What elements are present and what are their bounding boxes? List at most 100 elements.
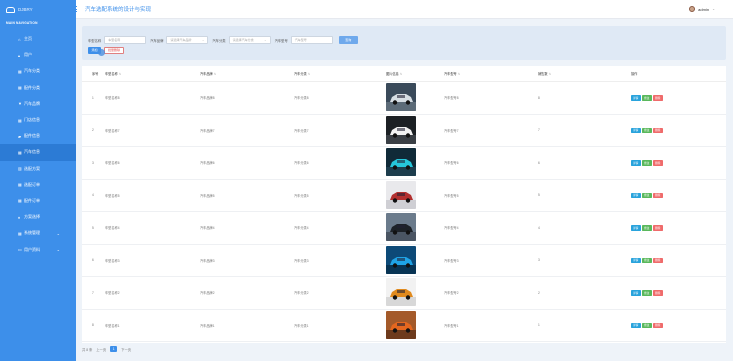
user-menu[interactable]: admin ⌄	[689, 6, 715, 12]
detail-button[interactable]: 详情	[631, 160, 641, 166]
delete-button[interactable]: 删除	[653, 95, 663, 101]
funnel-icon: ▼	[18, 101, 22, 107]
cell-image[interactable]	[386, 213, 444, 242]
sidebar-item[interactable]: ♦ 方案选择	[0, 209, 76, 225]
cell-category: 汽车分类5	[294, 193, 309, 198]
table-row[interactable]: 8 车型名称1 汽车品牌1 汽车分类1 汽车型号1 1 详情 修改 删除	[82, 310, 726, 342]
delete-button[interactable]: 删除	[653, 257, 663, 263]
column-header-image[interactable]: 图片信息⇅	[386, 71, 444, 76]
cell-image[interactable]	[386, 245, 444, 275]
sidebar-menu: ⌂ 主页 ▴ 用户 ▦ 汽车分类 ▦ 配件分类 ▼ 汽车品牌 ▦ 门店信息 ▰ 配件信息 ▦ 汽车信息 ▥ 选配方…	[0, 31, 76, 258]
sidebar-item[interactable]: ▦ 汽车信息	[0, 144, 76, 161]
sidebar-item[interactable]: ▦ 汽车分类	[0, 63, 76, 79]
detail-button[interactable]: 详情	[631, 322, 641, 328]
row-actions: 详情 修改 删除	[631, 225, 726, 231]
cell-image[interactable]	[386, 115, 444, 145]
sidebar-item[interactable]: ▦ 配件订单	[0, 193, 76, 209]
menu-toggle-icon[interactable]	[68, 6, 77, 12]
category-select[interactable]: 请选择汽车分类 ⌄	[228, 36, 271, 44]
name-input[interactable]: 车型名称	[104, 36, 147, 44]
cell-brand: 汽车品牌4	[200, 226, 215, 231]
delete-button[interactable]: 删除	[653, 160, 663, 166]
add-button[interactable]: 添加	[88, 47, 105, 56]
detail-button[interactable]: 详情	[631, 257, 641, 263]
cell-sales: 4	[538, 225, 540, 230]
delete-button[interactable]: 删除	[653, 192, 663, 198]
car-image	[386, 278, 416, 307]
detail-button[interactable]: 详情	[631, 290, 641, 296]
row-actions: 详情 修改 删除	[631, 322, 726, 328]
car-image	[386, 180, 416, 209]
detail-button[interactable]: 详情	[631, 127, 641, 133]
edit-button[interactable]: 修改	[642, 225, 652, 231]
column-header-sales[interactable]: 销售数⇅	[538, 71, 631, 76]
edit-button[interactable]: 修改	[642, 127, 652, 133]
column-header-model[interactable]: 汽车型号⇅	[444, 71, 538, 76]
table-row[interactable]: 2 车型名称7 汽车品牌7 汽车分类7 汽车型号7 7 详情 修改 删除	[82, 115, 726, 147]
delete-button[interactable]: 删除	[653, 322, 663, 328]
table-row[interactable]: 7 车型名称2 汽车品牌2 汽车分类2 汽车型号2 2 详情 修改 删除	[82, 277, 726, 310]
table-row[interactable]: 6 车型名称3 汽车品牌3 汽车分类3 汽车型号3 3 详情 修改 删除	[82, 245, 726, 277]
sidebar-item[interactable]: ▦ 配件分类	[0, 80, 76, 96]
sidebar-item[interactable]: ▦ 门店信息	[0, 112, 76, 128]
sidebar-item[interactable]: ⌂ 主页	[0, 31, 76, 47]
table-body: 1 车型名称8 汽车品牌8 汽车分类8 汽车型号8 8 详情 修改 删除 2 车型名称7 汽车品牌7 汽…	[82, 82, 726, 342]
logo-icon	[6, 6, 15, 13]
car-image	[386, 115, 416, 144]
grid-icon: ▦	[18, 117, 22, 123]
batch-delete-button[interactable]: 批量删除	[104, 47, 124, 54]
table-row[interactable]: 5 车型名称4 汽车品牌4 汽车分类4 汽车型号4 4 详情 修改 删除	[82, 212, 726, 245]
sidebar-item[interactable]: ▼ 汽车品牌	[0, 96, 76, 112]
edit-button[interactable]: 修改	[642, 95, 652, 101]
edit-button[interactable]: 修改	[642, 192, 652, 198]
sidebar-item[interactable]: ▦ 选配订单	[0, 177, 76, 193]
detail-button[interactable]: 详情	[631, 95, 641, 101]
table-row[interactable]: 3 车型名称6 汽车品牌6 汽车分类6 汽车型号6 6 详情 修改 删除	[82, 147, 726, 180]
cell-image[interactable]	[386, 180, 444, 210]
table-row[interactable]: 1 车型名称8 汽车品牌8 汽车分类8 汽车型号8 8 详情 修改 删除	[82, 82, 726, 115]
sidebar-item[interactable]: ▥ 选配方案	[0, 161, 76, 177]
cell-image[interactable]	[386, 310, 444, 340]
brand-select[interactable]: 请选择汽车品牌 ⌄	[166, 36, 209, 44]
query-button[interactable]: 查询	[338, 36, 358, 44]
table-row[interactable]: 4 车型名称5 汽车品牌5 汽车分类5 汽车型号5 5 详情 修改 删除	[82, 180, 726, 212]
filter-row: 车型名称 车型名称 汽车品牌 请选择汽车品牌 ⌄ 汽车分类 请选择汽车分类 ⌄ 汽车…	[88, 36, 358, 44]
action-row: 添加 批量删除	[88, 47, 124, 56]
cell-category: 汽车分类8	[294, 96, 309, 101]
sidebar-item[interactable]: ▰ 配件信息	[0, 128, 76, 144]
sidebar-item-label: 门店信息	[24, 117, 40, 123]
sidebar-item[interactable]: ▭ 用户资料 ⌄	[0, 241, 76, 257]
sidebar-item[interactable]: ▦ 系统管理 ⌄	[0, 225, 76, 241]
page-number-current[interactable]: 1	[110, 346, 118, 352]
user-icon: ▴	[18, 52, 21, 58]
cell-category: 汽车分类6	[294, 161, 309, 166]
cell-model: 汽车型号5	[444, 193, 459, 198]
column-header-category[interactable]: 汽车分类⇅	[294, 71, 386, 76]
prev-page-button[interactable]: 上一页	[96, 347, 106, 352]
delete-button[interactable]: 删除	[653, 225, 663, 231]
column-header-brand[interactable]: 汽车品牌⇅	[200, 71, 294, 76]
edit-button[interactable]: 修改	[642, 290, 652, 296]
delete-button[interactable]: 删除	[653, 290, 663, 296]
cell-image[interactable]	[386, 148, 444, 177]
detail-button[interactable]: 详情	[631, 225, 641, 231]
next-page-button[interactable]: 下一页	[121, 347, 131, 352]
sidebar-item[interactable]: ▴ 用户	[0, 47, 76, 63]
edit-button[interactable]: 修改	[642, 257, 652, 263]
home-icon: ⌂	[18, 36, 21, 42]
cell-category: 汽车分类1	[294, 323, 309, 328]
cell-image[interactable]	[386, 83, 444, 112]
sidebar: DJBRY MAIN NAVIGATION ⌂ 主页 ▴ 用户 ▦ 汽车分类 ▦ 配件分类 ▼ 汽…	[0, 0, 76, 361]
edit-button[interactable]: 修改	[642, 322, 652, 328]
detail-button[interactable]: 详情	[631, 192, 641, 198]
column-header-name[interactable]: 车型名称⇅	[105, 71, 200, 76]
model-input[interactable]: 汽车型号	[290, 36, 333, 44]
category-label: 汽车分类	[212, 38, 226, 43]
car-image	[386, 310, 416, 339]
cell-image[interactable]	[386, 278, 444, 307]
delete-button[interactable]: 删除	[653, 127, 663, 133]
total-count: 共 8 条	[82, 347, 93, 352]
cell-model: 汽车型号4	[444, 226, 459, 231]
cell-brand: 汽车品牌8	[200, 96, 215, 101]
edit-button[interactable]: 修改	[642, 160, 652, 166]
